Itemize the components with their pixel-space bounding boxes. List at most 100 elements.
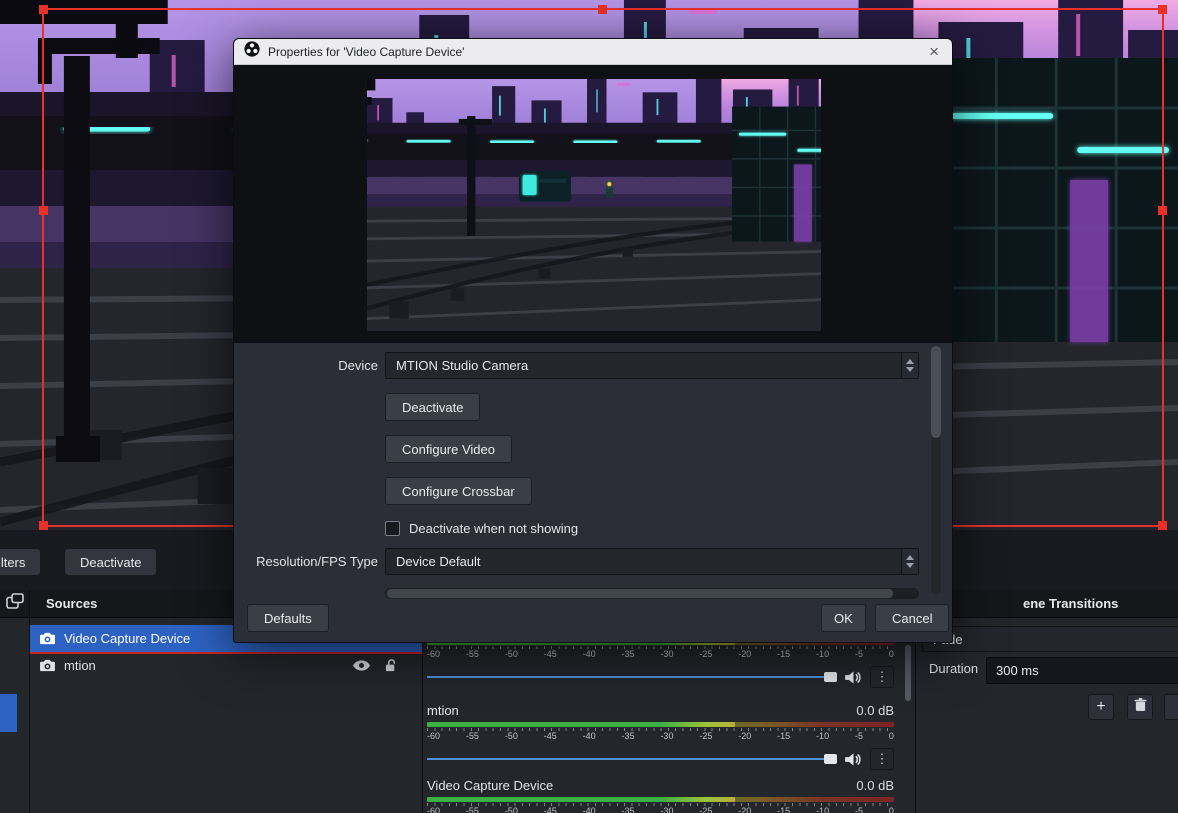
selection-handle-top-right[interactable] xyxy=(1158,5,1167,14)
combo-spinner-icon[interactable] xyxy=(901,353,918,378)
vertical-scrollbar[interactable] xyxy=(931,346,941,594)
resolution-fps-type-select[interactable]: Device Default xyxy=(385,548,919,575)
tick-label: -15 xyxy=(777,806,790,813)
tick-label: -60 xyxy=(427,806,440,813)
tick-label: -30 xyxy=(660,731,673,742)
filters-button[interactable]: Filters xyxy=(0,548,41,576)
device-value: MTION Studio Camera xyxy=(386,358,901,373)
transition-select[interactable]: Fade xyxy=(922,626,1178,652)
speaker-icon[interactable] xyxy=(845,753,862,766)
tick-label: -30 xyxy=(660,649,673,660)
unlock-icon[interactable] xyxy=(385,659,398,672)
tick-label: 0 xyxy=(889,806,894,813)
tick-label: -50 xyxy=(505,649,518,660)
scenes-dock-strip xyxy=(0,590,30,813)
device-select[interactable]: MTION Studio Camera xyxy=(385,352,919,379)
tick-label: -40 xyxy=(583,649,596,660)
deactivate-when-not-showing-checkbox[interactable] xyxy=(385,521,400,536)
selection-handle-middle-right[interactable] xyxy=(1158,206,1167,215)
tick-label: -10 xyxy=(816,649,829,660)
dialog-titlebar[interactable]: Properties for 'Video Capture Device' × xyxy=(234,39,952,65)
tick-label: -35 xyxy=(622,806,635,813)
configure-crossbar-button[interactable]: Configure Crossbar xyxy=(385,477,532,505)
configure-video-button[interactable]: Configure Video xyxy=(385,435,512,463)
channel-menu-button[interactable]: ⋮ xyxy=(870,748,894,770)
channel-volume-label: 0.0 dB xyxy=(856,703,894,718)
tick-label: -60 xyxy=(427,731,440,742)
tick-label: -25 xyxy=(699,806,712,813)
close-icon[interactable]: × xyxy=(926,43,942,60)
horizontal-scrollbar[interactable] xyxy=(385,588,919,599)
tick-label: -40 xyxy=(583,806,596,813)
dialog-title: Properties for 'Video Capture Device' xyxy=(268,45,918,59)
tick-label: -25 xyxy=(699,731,712,742)
checkbox-label: Deactivate when not showing xyxy=(409,521,578,536)
vertical-scrollbar-thumb[interactable] xyxy=(931,346,941,438)
tick-label: 0 xyxy=(889,731,894,742)
tick-label: -60 xyxy=(427,649,440,660)
cancel-button[interactable]: Cancel xyxy=(875,604,949,632)
volume-meter xyxy=(427,797,894,802)
volume-slider[interactable] xyxy=(427,667,837,687)
transitions-dock-header: ene Transitions xyxy=(916,590,1178,618)
tick-label: -55 xyxy=(466,806,479,813)
visibility-eye-icon[interactable] xyxy=(353,660,370,671)
tick-label: -20 xyxy=(738,731,751,742)
tick-label: -40 xyxy=(583,731,596,742)
tick-label: -5 xyxy=(855,649,863,660)
camera-icon xyxy=(40,632,55,645)
volume-slider-thumb[interactable] xyxy=(824,672,837,682)
tick-label: -10 xyxy=(816,806,829,813)
channel-name: Video Capture Device xyxy=(427,778,553,793)
obs-logo-icon xyxy=(244,41,260,62)
channel-name: mtion xyxy=(427,703,459,718)
properties-dialog: Properties for 'Video Capture Device' × … xyxy=(233,38,953,643)
meter-scale: -60-55-50-45-40-35-30-25-20-15-10-50 xyxy=(427,649,894,660)
volume-meter xyxy=(427,722,894,727)
mixer-scrollbar[interactable] xyxy=(905,645,911,701)
speaker-icon[interactable] xyxy=(845,671,862,684)
tick-label: -50 xyxy=(505,806,518,813)
device-label: Device xyxy=(234,358,378,373)
transition-extra-button[interactable] xyxy=(1164,694,1178,720)
selection-handle-bottom-right[interactable] xyxy=(1158,521,1167,530)
obs-main-window: Filters Deactivate Sources xyxy=(0,0,1178,813)
camera-preview xyxy=(234,65,952,343)
selection-handle-middle-left[interactable] xyxy=(39,206,48,215)
defaults-button[interactable]: Defaults xyxy=(247,604,329,632)
add-transition-button[interactable]: + xyxy=(1088,694,1114,720)
tick-label: -55 xyxy=(466,731,479,742)
transition-value: Fade xyxy=(923,632,1178,647)
selection-handle-top-middle[interactable] xyxy=(598,5,607,14)
selection-handle-top-left[interactable] xyxy=(39,5,48,14)
trash-icon xyxy=(1134,698,1147,717)
scene-transitions-dock: ene Transitions Fade Duration 300 ms + xyxy=(915,590,1178,813)
transitions-title: ene Transitions xyxy=(1023,596,1118,611)
tick-label: 0 xyxy=(889,649,894,660)
volume-slider-thumb[interactable] xyxy=(824,754,837,764)
tick-label: -15 xyxy=(777,731,790,742)
channel-menu-button[interactable]: ⋮ xyxy=(870,666,894,688)
remove-transition-button[interactable] xyxy=(1127,694,1153,720)
tick-label: -30 xyxy=(660,806,673,813)
selection-handle-bottom-left[interactable] xyxy=(39,521,48,530)
selected-scene-item[interactable] xyxy=(0,694,17,732)
tick-label: -35 xyxy=(622,649,635,660)
source-label: mtion xyxy=(64,658,96,673)
resolution-fps-type-label: Resolution/FPS Type xyxy=(234,554,378,569)
meter-scale: -60-55-50-45-40-35-30-25-20-15-10-50 xyxy=(427,806,894,813)
horizontal-scrollbar-thumb[interactable] xyxy=(387,589,893,598)
tick-label: -45 xyxy=(544,731,557,742)
ok-button[interactable]: OK xyxy=(821,604,866,632)
volume-slider[interactable] xyxy=(427,749,837,769)
tick-label: -20 xyxy=(738,806,751,813)
mixer-channel-2: mtion 0.0 dB -60-55-50-45-40-35-30-25-20… xyxy=(427,702,894,770)
deactivate-toolbar-button[interactable]: Deactivate xyxy=(64,548,157,576)
tick-label: -5 xyxy=(855,731,863,742)
combo-spinner-icon[interactable] xyxy=(901,549,918,574)
duration-input[interactable]: 300 ms xyxy=(986,657,1178,684)
deactivate-button[interactable]: Deactivate xyxy=(385,393,480,421)
source-row-mtion[interactable]: mtion xyxy=(30,652,422,679)
sources-title: Sources xyxy=(30,596,97,611)
tick-label: -45 xyxy=(544,649,557,660)
